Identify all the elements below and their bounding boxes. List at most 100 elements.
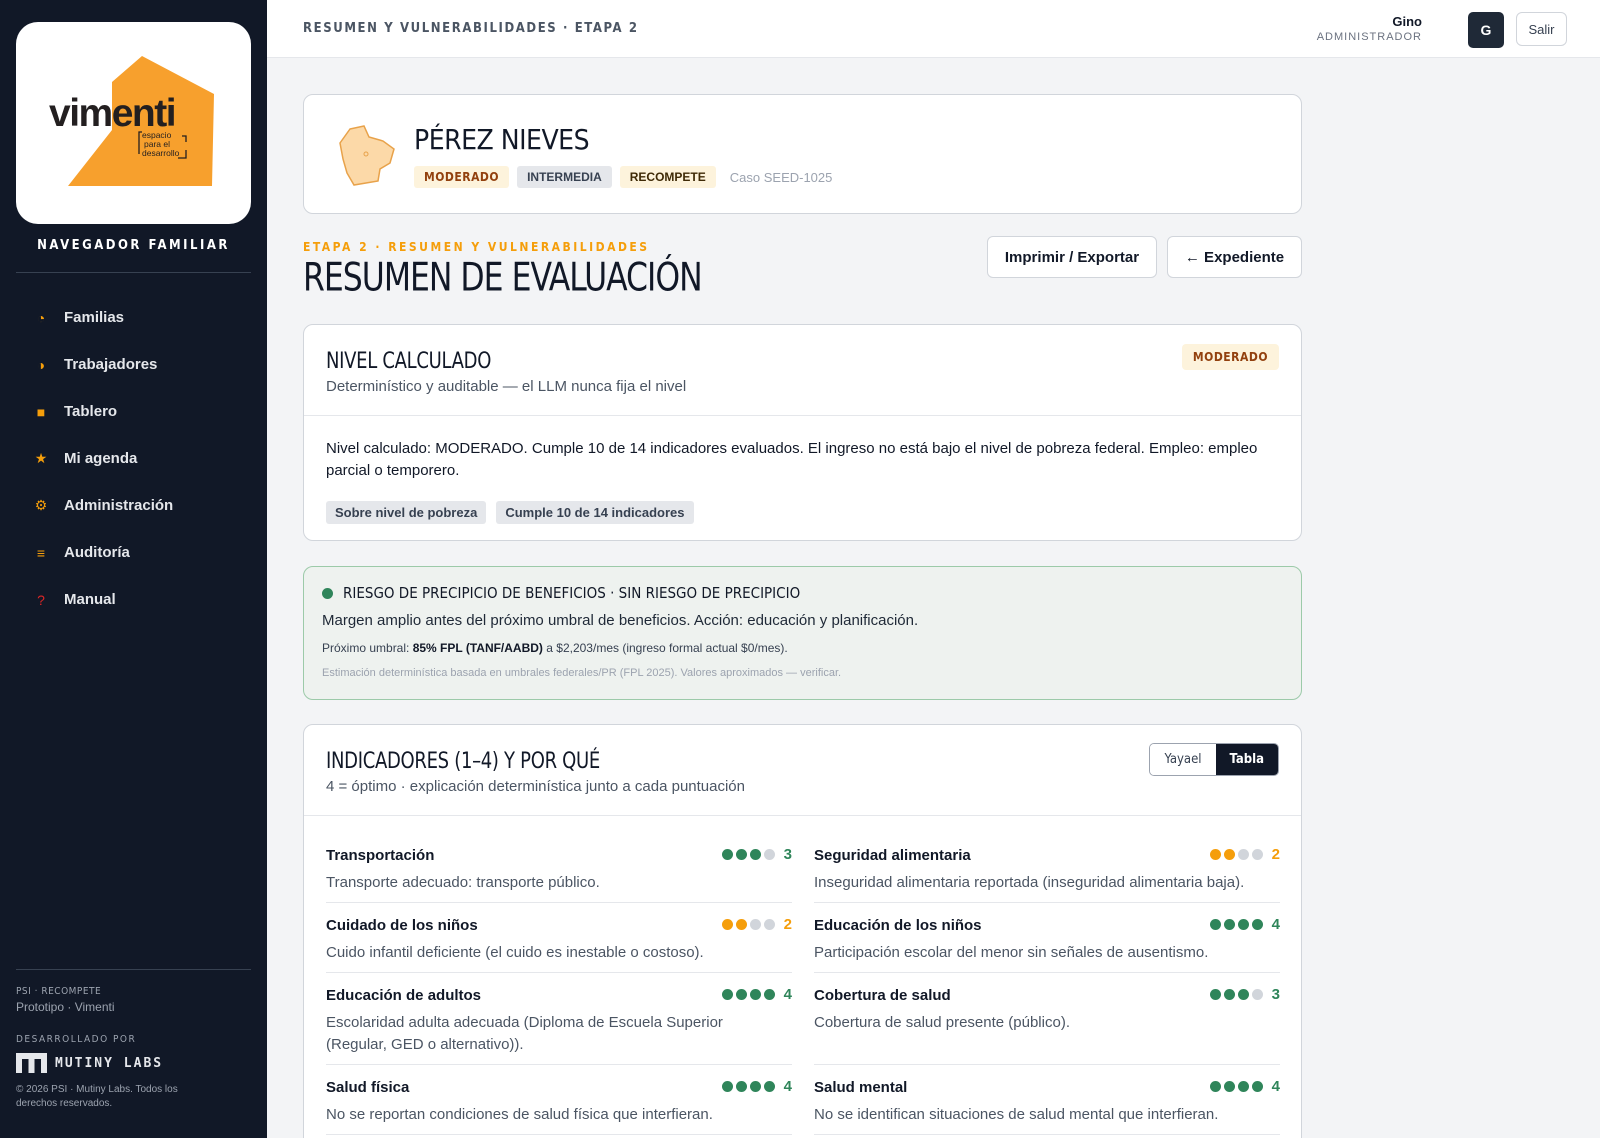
user-info: Gino ADMINISTRADOR [1317,14,1422,43]
user-role: ADMINISTRADOR [1316,31,1422,43]
score-dot-filled-icon [749,849,761,860]
sidebar-item-label: Trabajadores [64,356,158,373]
mutiny-logo-icon [16,1053,47,1073]
vimenti-logo[interactable]: vimenti espacio para el desarrollo [16,22,251,224]
developer-name: MUTINY LABS [55,1055,164,1071]
question-icon: ? [37,591,45,608]
mutiny-labs-logo: MUTINY LABS [16,1053,251,1073]
poverty-chip: Sobre nivel de pobreza [326,501,487,524]
score-value: 4 [783,1078,792,1095]
sidebar-item-trabajadores[interactable]: ◑ Trabajadores [16,341,251,388]
score-value: 3 [1271,986,1280,1003]
score-dot-filled-icon [735,919,747,930]
half-circle-icon: ◑ [36,356,46,373]
indicator-name: Educación de los niños [814,917,982,934]
view-toggle: Yayael Tabla [1149,743,1279,776]
indicators-subtitle: 4 = óptimo · explicación determinística … [326,778,745,795]
score-value: 4 [1271,1078,1280,1095]
score-dots [1207,989,1263,1000]
indicator-item: Cuidado de los niños 2 Cuido infantil de… [326,916,792,973]
sidebar-item-label: Manual [64,591,116,608]
indicator-description: No se reportan condiciones de salud físi… [326,1106,713,1123]
score-dot-filled-icon [1223,849,1235,860]
avatar[interactable]: G [1468,12,1504,48]
sidebar-footer: PSI · RECOMPETE Prototipo · Vimenti DESA… [16,969,251,1111]
risk-note: Estimación determinística basada en umbr… [322,667,842,679]
topbar: RESUMEN Y VULNERABILIDADES · ETAPA 2 Gin… [267,0,1600,58]
indicator-description: Transporte adecuado: transporte público. [326,874,600,891]
sidebar-item-manual[interactable]: ? Manual [16,576,251,623]
indicator-name: Salud física [326,1079,410,1096]
indicator-description: Cuido infantil deficiente (el cuido es i… [326,944,704,961]
score-dots [1207,1081,1263,1092]
sidebar-item-administracion[interactable]: ⚙ Administración [16,482,251,529]
indicator-score: 3 [719,846,792,863]
square-icon: ■ [36,403,46,420]
indicator-item: Seguridad alimentaria 2 Inseguridad alim… [814,846,1280,903]
indicator-name: Educación de adultos [326,987,482,1004]
sidebar-item-mi-agenda[interactable]: ★ Mi agenda [16,435,251,482]
gear-icon: ⚙ [34,497,48,513]
toggle-option-table[interactable]: Tabla [1215,744,1278,775]
score-dot-empty-icon [1251,849,1263,860]
score-dots [719,849,775,860]
indicator-name: Transportación [326,847,435,864]
score-dot-filled-icon [735,1081,747,1092]
score-dot-filled-icon [749,1081,761,1092]
indicator-name: Seguridad alimentaria [814,847,971,864]
family-name: PÉREZ NIEVES [414,123,590,156]
score-value: 2 [1271,846,1280,863]
indicator-name: Salud mental [814,1079,908,1096]
score-dot-filled-icon [1251,1081,1263,1092]
family-header-card: PÉREZ NIEVES MODERADO INTERMEDIA RECOMPE… [303,94,1302,214]
score-dots [719,1081,775,1092]
risk-header: RIESGO DE PRECIPICIO DE BENEFICIOS · SIN… [322,584,800,602]
score-dot-filled-icon [735,849,747,860]
score-dot-filled-icon [721,989,733,1000]
project-subtitle: Prototipo · Vimenti [16,1000,115,1014]
family-tags: MODERADO INTERMEDIA RECOMPETE Caso SEED-… [414,166,832,188]
card-divider [304,415,1301,416]
sidebar-item-label: Mi agenda [64,450,138,467]
sidebar-item-tablero[interactable]: ■ Tablero [16,388,251,435]
indicator-description: Cobertura de salud presente (público). [814,1014,1070,1031]
toggle-option-a[interactable]: Yayael [1150,744,1216,775]
nivel-chips: Sobre nivel de pobreza Cumple 10 de 14 i… [326,501,704,524]
score-dot-filled-icon [1209,989,1221,1000]
score-value: 3 [783,846,792,863]
score-dot-filled-icon [1251,919,1263,930]
sidebar-item-familias[interactable]: ◔ Familias [16,294,251,341]
logout-button[interactable]: Salir [1516,12,1567,46]
indicator-score: 4 [1207,1078,1280,1095]
risk-subtitle: Margen amplio antes del próximo umbral d… [322,612,919,629]
score-dot-filled-icon [721,1081,733,1092]
indicator-description: No se identifican situaciones de salud m… [814,1106,1219,1123]
score-dot-filled-icon [1237,1081,1249,1092]
sidebar-title: NAVEGADOR FAMILIAR [37,238,230,253]
score-dot-filled-icon [1237,989,1249,1000]
score-dot-filled-icon [1223,989,1235,1000]
program-tag: RECOMPETE [619,166,716,188]
back-to-expediente-button[interactable]: ← Expediente [1167,236,1302,278]
indicator-name: Cuidado de los niños [326,917,478,934]
star-icon: ★ [34,450,48,466]
indicator-item: Transportación 3 Transporte adecuado: tr… [326,846,792,903]
benefit-cliff-card: RIESGO DE PRECIPICIO DE BENEFICIOS · SIN… [303,566,1302,700]
status-dot-icon [322,587,333,599]
logo-wordmark: vimenti [49,92,175,135]
map-region-icon [339,125,395,186]
indicators-title: INDICADORES (1–4) Y POR QUÉ [326,747,600,774]
indicators-chip: Cumple 10 de 14 indicadores [496,501,694,524]
indicator-score: 4 [719,1078,792,1095]
sidebar-item-auditoria[interactable]: ≡ Auditoría [16,529,251,576]
nivel-subtitle: Determinístico y auditable — el LLM nunc… [326,378,687,395]
score-dot-empty-icon [1237,849,1249,860]
score-dot-filled-icon [721,849,733,860]
indicator-item: Salud física 4 No se reportan condicione… [326,1078,792,1135]
level-badge: MODERADO [1181,344,1279,370]
sidebar-item-label: Familias [64,309,125,326]
score-dot-empty-icon [763,849,775,860]
score-dot-filled-icon [1223,1081,1235,1092]
print-export-button[interactable]: Imprimir / Exportar [987,236,1157,278]
score-dot-filled-icon [721,919,733,930]
